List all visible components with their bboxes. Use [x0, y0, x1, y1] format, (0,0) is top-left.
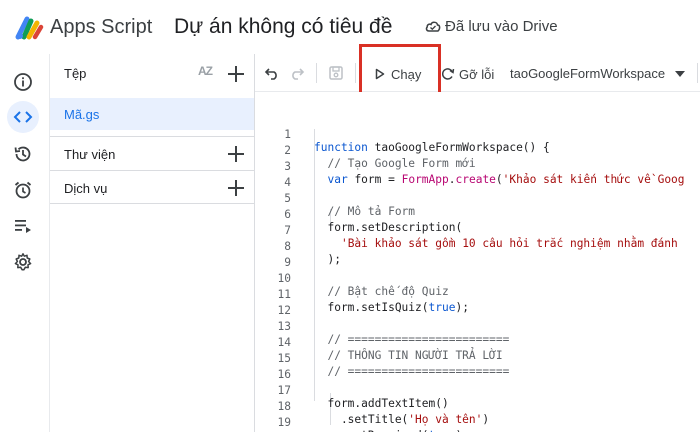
- app-name[interactable]: Apps Script: [50, 16, 152, 39]
- code-line: 11 form.setIsQuiz(true);: [255, 275, 700, 314]
- code-line: 12: [255, 291, 700, 317]
- save-status: Đã lưu vào Drive: [445, 18, 558, 35]
- left-rail: [0, 54, 46, 432]
- files-panel: Tệp AZ Mã.gs Thư viện Dịch vụ: [50, 54, 254, 432]
- cloud-check-icon: [425, 21, 441, 32]
- overview-button[interactable]: [7, 66, 39, 98]
- code-line: 19 .setRequired(true);: [255, 403, 700, 432]
- save-icon[interactable]: [328, 65, 344, 81]
- code-line: 13 // ========================: [255, 307, 700, 346]
- toolbar-separator: [355, 63, 356, 83]
- file-name: Mã.gs: [64, 107, 100, 122]
- app-header: Apps Script Dự án không có tiêu đề Đã lư…: [0, 0, 700, 54]
- redo-icon[interactable]: [289, 65, 305, 81]
- code-line: 14 // THÔNG TIN NGƯỜI TRẢ LỜI: [255, 323, 700, 362]
- settings-button[interactable]: [7, 246, 39, 278]
- section-libraries[interactable]: Thư viện: [50, 136, 254, 170]
- debug-button[interactable]: Gỡ lỗi: [441, 63, 494, 85]
- code-line: 6 form.setDescription(: [255, 195, 700, 234]
- code-line: 17 form.addTextItem(): [255, 371, 700, 410]
- toolbar-separator: [316, 63, 317, 83]
- files-title: Tệp: [64, 66, 87, 81]
- code-line: 16: [255, 355, 700, 381]
- add-service-button[interactable]: [228, 180, 244, 196]
- section-services-label: Dịch vụ: [64, 181, 108, 196]
- code-line: 20: [255, 419, 700, 432]
- code-line: 7 'Bài khảo sát gồm 10 câu hỏi trắc nghi…: [255, 211, 700, 250]
- code-line: 9: [255, 243, 700, 269]
- gear-icon: [14, 253, 32, 271]
- chevron-down-icon[interactable]: [675, 71, 685, 77]
- section-services[interactable]: Dịch vụ: [50, 170, 254, 204]
- section-libraries-label: Thư viện: [64, 147, 116, 162]
- alarm-icon: [14, 181, 32, 199]
- code-line: 5 // Mô tả Form: [255, 179, 700, 218]
- code-line: 18 .setTitle('Họ và tên'): [255, 387, 700, 426]
- undo-icon[interactable]: [264, 65, 280, 81]
- editor-button[interactable]: [7, 101, 39, 133]
- function-select[interactable]: taoGoogleFormWorkspace: [510, 66, 665, 81]
- apps-script-logo-icon[interactable]: [14, 13, 44, 41]
- code-line: 15 // ========================: [255, 339, 700, 378]
- toolbar-separator: [697, 63, 698, 83]
- info-icon: [14, 73, 32, 91]
- editor-toolbar: Chạy Gỡ lỗi taoGoogleFormWorkspace: [255, 54, 700, 92]
- triggers-button[interactable]: [7, 174, 39, 206]
- executions-icon: [15, 220, 31, 233]
- debug-icon: [441, 68, 455, 80]
- add-library-button[interactable]: [228, 146, 244, 162]
- code-editor[interactable]: 1 function taoGoogleFormWorkspace() { 2 …: [255, 92, 700, 432]
- triggers-history-button[interactable]: [7, 138, 39, 170]
- sort-az-icon[interactable]: AZ: [198, 64, 213, 78]
- code-line: 1 function taoGoogleFormWorkspace() {: [255, 115, 700, 154]
- code-line: 4: [255, 163, 700, 189]
- file-item-ma-gs[interactable]: Mã.gs: [50, 98, 254, 130]
- add-file-button[interactable]: [228, 66, 244, 82]
- history-icon: [14, 146, 31, 162]
- files-header: Tệp AZ: [50, 54, 254, 92]
- executions-button[interactable]: [7, 210, 39, 242]
- code-line: 8 );: [255, 227, 700, 266]
- code-line: 10 // Bật chế độ Quiz: [255, 259, 700, 298]
- project-title[interactable]: Dự án không có tiêu đề: [174, 15, 392, 39]
- debug-label: Gỡ lỗi: [459, 66, 495, 82]
- code-line: 3 var form = FormApp.create('Khảo sát ki…: [255, 147, 700, 186]
- code-line: 2 // Tạo Google Form mới: [255, 131, 700, 170]
- code-icon: [13, 111, 33, 123]
